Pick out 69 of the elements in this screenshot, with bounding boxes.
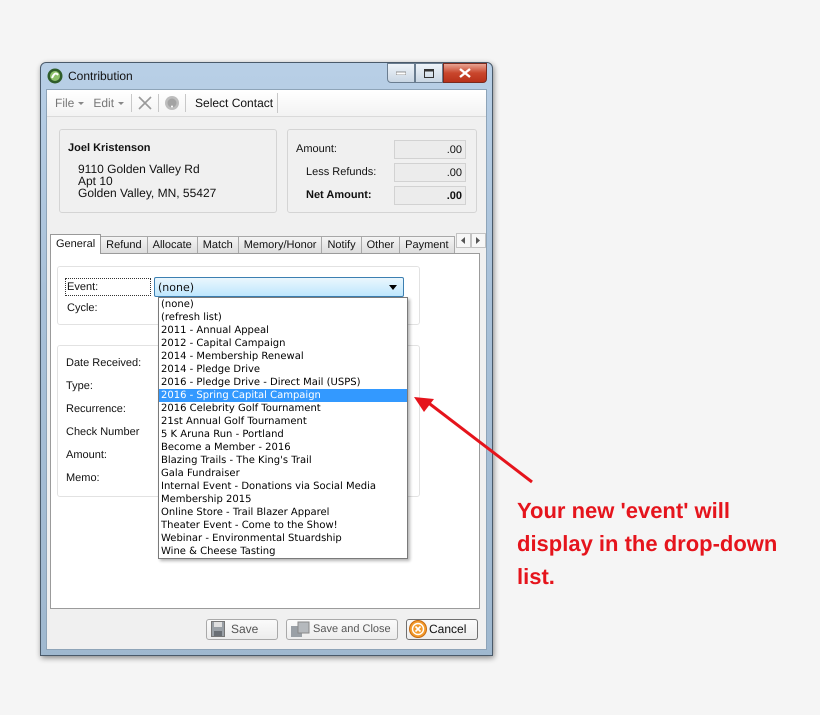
dropdown-option[interactable]: Gala Fundraiser bbox=[159, 467, 407, 480]
field-label: Event: bbox=[65, 278, 151, 296]
event-dropdown[interactable]: (none) bbox=[154, 277, 404, 297]
dropdown-option[interactable]: Become a Member - 2016 bbox=[159, 441, 407, 454]
dropdown-option[interactable]: 5 K Aruna Run - Portland bbox=[159, 428, 407, 441]
select-contact-button[interactable]: Select Contact bbox=[191, 93, 278, 113]
tab[interactable]: Match bbox=[196, 236, 239, 253]
tab[interactable]: Refund bbox=[100, 236, 148, 253]
delete-icon[interactable] bbox=[137, 95, 154, 111]
dropdown-option[interactable]: Wine & Cheese Tasting bbox=[159, 545, 407, 558]
field-label: Date Received: bbox=[66, 357, 142, 371]
annotation-text: Your new 'event' will display in the drop-down list. bbox=[517, 497, 778, 591]
app-icon bbox=[47, 68, 63, 84]
amount-field: .00 bbox=[394, 162, 466, 182]
tab[interactable]: Notify bbox=[321, 236, 362, 253]
field-label: Type: bbox=[66, 380, 93, 394]
field-label: Check Number bbox=[66, 426, 140, 440]
dropdown-option[interactable]: Membership 2015 bbox=[159, 493, 407, 506]
dropdown-option[interactable]: 2014 - Pledge Drive bbox=[159, 363, 407, 376]
contact-name: Joel Kristenson bbox=[68, 142, 152, 154]
field-label: Memo: bbox=[66, 472, 100, 486]
amount-field: .00 bbox=[394, 140, 466, 158]
dropdown-caret-icon bbox=[389, 284, 397, 290]
address-line: Golden Valley, MN, 55427 bbox=[77, 187, 218, 199]
scroll-left-button[interactable] bbox=[456, 233, 471, 248]
cancel-icon bbox=[409, 620, 427, 638]
dropdown-option[interactable]: 2014 - Membership Renewal bbox=[159, 350, 407, 363]
close-button[interactable] bbox=[443, 63, 487, 83]
dropdown-option[interactable]: Online Store - Trail Blazer Apparel bbox=[159, 506, 407, 519]
dropdown-option[interactable]: 21st Annual Golf Tournament bbox=[159, 415, 407, 428]
scroll-right-button[interactable] bbox=[470, 233, 486, 248]
menu-item[interactable]: File bbox=[53, 96, 86, 110]
dropdown-option[interactable]: 2016 - Pledge Drive - Direct Mail (USPS) bbox=[159, 376, 407, 389]
amount-label: Net Amount: bbox=[305, 189, 372, 201]
dropdown-option[interactable]: 2011 - Annual Appeal bbox=[159, 324, 407, 337]
menu-item[interactable]: Edit bbox=[91, 96, 126, 110]
minimize-icon bbox=[396, 71, 406, 75]
floppy-disks-icon bbox=[291, 621, 311, 637]
address-line: Apt 10 bbox=[77, 175, 114, 187]
window-title: Contribution bbox=[68, 69, 133, 83]
maximize-button[interactable] bbox=[415, 63, 443, 83]
close-icon bbox=[459, 68, 471, 78]
dropdown-option[interactable]: Theater Event - Come to the Show! bbox=[159, 519, 407, 532]
tab[interactable]: Other bbox=[360, 236, 400, 253]
tab[interactable]: General bbox=[50, 234, 102, 254]
dropdown-option[interactable]: 2016 Celebrity Golf Tournament bbox=[159, 402, 407, 415]
right-arrow-icon bbox=[476, 237, 480, 244]
amount-label: Amount: bbox=[296, 143, 337, 155]
amount-label: Less Refunds: bbox=[305, 166, 376, 178]
dropdown-option[interactable]: Webinar - Environmental Stuardship bbox=[159, 532, 407, 545]
caret-icon bbox=[118, 102, 124, 104]
dropdown-option[interactable]: Blazing Trails - The King's Trail bbox=[159, 454, 407, 467]
tab[interactable]: Payment bbox=[399, 236, 455, 253]
minimize-button[interactable] bbox=[387, 63, 415, 83]
amount-field: .00 bbox=[394, 186, 466, 204]
dropdown-option[interactable]: (refresh list) bbox=[159, 311, 407, 324]
caret-icon bbox=[78, 102, 84, 104]
field-label: Amount: bbox=[66, 449, 107, 463]
footer-button[interactable]: Cancel bbox=[406, 618, 478, 640]
maximize-icon bbox=[424, 68, 434, 78]
field-label: Cycle: bbox=[66, 301, 99, 316]
dropdown-option[interactable]: 2012 - Capital Campaign bbox=[159, 337, 407, 350]
left-arrow-icon bbox=[461, 237, 466, 244]
dropdown-option[interactable]: Internal Event - Donations via Social Media bbox=[159, 480, 407, 493]
tab[interactable]: Allocate bbox=[146, 236, 198, 253]
tab[interactable]: Memory/Honor bbox=[238, 236, 322, 253]
field-label: Recurrence: bbox=[66, 403, 126, 417]
address-line: 9110 Golden Valley Rd bbox=[77, 163, 201, 175]
dropdown-option[interactable]: (none) bbox=[159, 298, 407, 311]
